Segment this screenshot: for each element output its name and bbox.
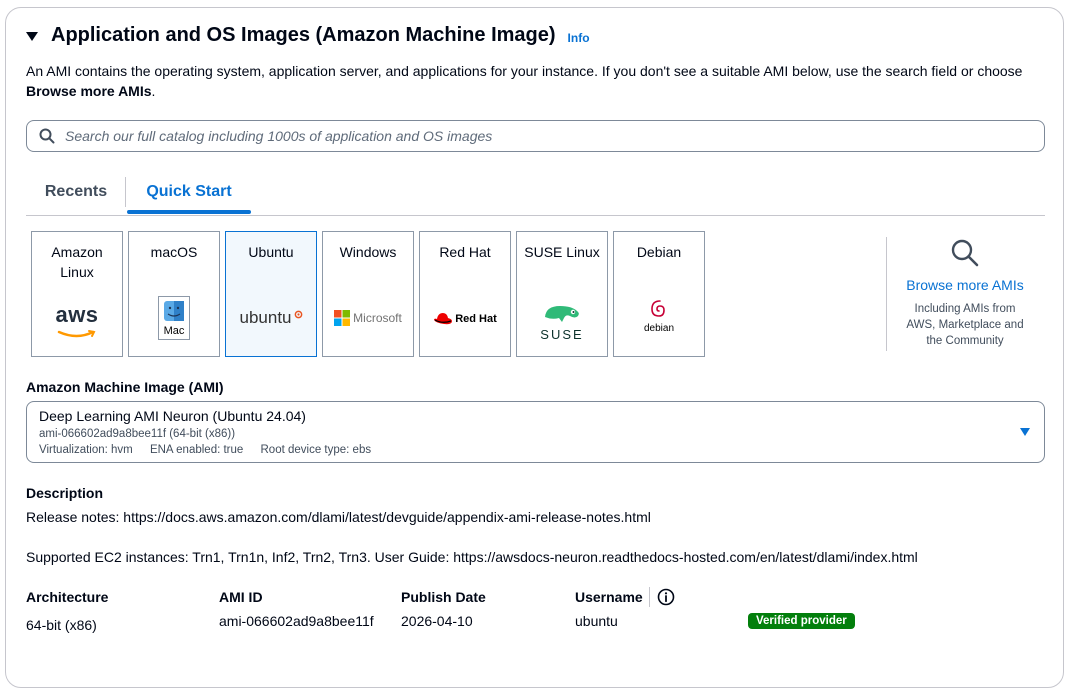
collapse-caret-icon[interactable] <box>26 31 38 41</box>
ubuntu-logo: ubuntu <box>226 308 316 328</box>
browse-more-amis[interactable]: Browse more AMIs Including AMIs from AWS… <box>893 238 1037 349</box>
active-tab-indicator <box>127 210 251 214</box>
search-input[interactable] <box>63 127 1044 145</box>
os-card-suse-linux[interactable]: SUSE Linux SUSE <box>516 231 608 357</box>
section-header[interactable]: Application and OS Images (Amazon Machin… <box>26 24 590 47</box>
publish-date-value: 2026-04-10 <box>401 613 473 629</box>
ami-select-dropdown[interactable]: Deep Learning AMI Neuron (Ubuntu 24.04) … <box>26 401 1045 463</box>
mac-logo-text: Mac <box>163 325 185 337</box>
aws-logo: aws <box>32 304 122 344</box>
os-card-debian[interactable]: Debian debian <box>613 231 705 357</box>
os-card-label: Red Hat <box>439 244 491 260</box>
os-card-ubuntu[interactable]: Ubuntu ubuntu <box>225 231 317 357</box>
ami-metadata: Virtualization: hvm ENA enabled: true Ro… <box>39 444 385 456</box>
description-text: An AMI contains the operating system, ap… <box>26 63 1023 79</box>
aws-logo-text: aws <box>55 302 99 327</box>
tab-quick-start[interactable]: Quick Start <box>127 170 251 214</box>
browse-sub-line: the Community <box>926 335 1004 347</box>
verified-provider-badge: Verified provider <box>748 613 855 629</box>
section-title: Application and OS Images (Amazon Machin… <box>51 24 556 46</box>
debian-swirl-icon <box>651 300 665 317</box>
username-divider <box>649 587 650 607</box>
tab-recents[interactable]: Recents <box>26 170 126 214</box>
os-card-macos[interactable]: macOS Mac <box>128 231 220 357</box>
info-link[interactable]: Info <box>568 31 590 45</box>
publish-date-label: Publish Date <box>401 589 486 605</box>
ami-root-device: Root device type: ebs <box>260 444 372 456</box>
suse-logo: SUSE <box>517 302 607 342</box>
os-card-label: Ubuntu <box>248 244 294 260</box>
os-card-label: SUSE Linux <box>524 244 600 260</box>
section-description: An AMI contains the operating system, ap… <box>26 61 1056 101</box>
os-card-label: Debian <box>636 244 682 260</box>
description-bold: Browse more AMIs <box>26 83 152 99</box>
ami-ena: ENA enabled: true <box>149 444 244 456</box>
suse-logo-text: SUSE <box>540 327 584 342</box>
ubuntu-logo-text: ubuntu <box>239 308 292 327</box>
ubuntu-circle-icon <box>294 310 302 318</box>
mac-finder-logo: Mac <box>129 296 219 340</box>
debian-logo-text: debian <box>643 323 675 334</box>
ami-select-label: Amazon Machine Image (AMI) <box>26 379 224 395</box>
os-card-label: Amazon Linux <box>32 242 122 282</box>
browse-sub-line: AWS, Marketplace and <box>906 319 1024 331</box>
browse-more-amis-link[interactable]: Browse more AMIs <box>893 277 1037 293</box>
browse-more-amis-description: Including AMIs from AWS, Marketplace and… <box>893 301 1037 349</box>
username-value: ubuntu <box>575 613 618 629</box>
os-card-amazon-linux[interactable]: Amazon Linux aws <box>31 231 123 357</box>
redhat-logo-text: Red Hat <box>455 313 497 325</box>
ami-name: Deep Learning AMI Neuron (Ubuntu 24.04) <box>39 408 306 424</box>
username-label: Username <box>575 589 643 605</box>
search-icon[interactable] <box>950 238 980 268</box>
description-end: . <box>151 83 156 99</box>
os-card-label-line1: Amazon <box>51 244 103 260</box>
tab-bar: Recents Quick Start <box>26 170 1045 216</box>
ami-id-value: ami-066602ad9a8bee11f <box>219 613 374 629</box>
browse-divider <box>886 237 887 351</box>
release-notes-text: Release notes: https://docs.aws.amazon.c… <box>26 509 651 525</box>
description-label: Description <box>26 485 104 501</box>
os-card-label-line2: Linux <box>60 264 94 280</box>
architecture-label: Architecture <box>26 589 109 605</box>
microsoft-logo-text: Microsoft <box>353 311 402 325</box>
suse-chameleon-icon <box>545 306 579 322</box>
ami-id-label: AMI ID <box>219 589 263 605</box>
browse-sub-line: Including AMIs from <box>914 303 1016 315</box>
microsoft-logo: Microsoft <box>323 310 413 326</box>
redhat-logo: Red Hat <box>420 312 510 326</box>
tab-divider <box>125 177 126 207</box>
architecture-value: 64-bit (x86) <box>26 617 97 633</box>
chevron-down-icon[interactable] <box>1020 428 1030 436</box>
search-icon <box>39 128 55 144</box>
debian-logo: debian <box>614 298 704 334</box>
microsoft-squares-icon <box>334 310 351 326</box>
os-card-windows[interactable]: Windows Microsoft <box>322 231 414 357</box>
supported-instances-text: Supported EC2 instances: Trn1, Trn1n, In… <box>26 549 918 565</box>
ami-virtualization: Virtualization: hvm <box>39 444 133 456</box>
ami-search-bar[interactable] <box>26 120 1045 152</box>
os-card-label: macOS <box>150 244 198 260</box>
os-card-label: Windows <box>339 244 397 260</box>
redhat-hat-icon <box>434 313 453 325</box>
info-icon[interactable] <box>657 588 675 606</box>
os-card-red-hat[interactable]: Red Hat Red Hat <box>419 231 511 357</box>
ami-id-line: ami-066602ad9a8bee11f (64-bit (x86)) <box>39 428 236 440</box>
